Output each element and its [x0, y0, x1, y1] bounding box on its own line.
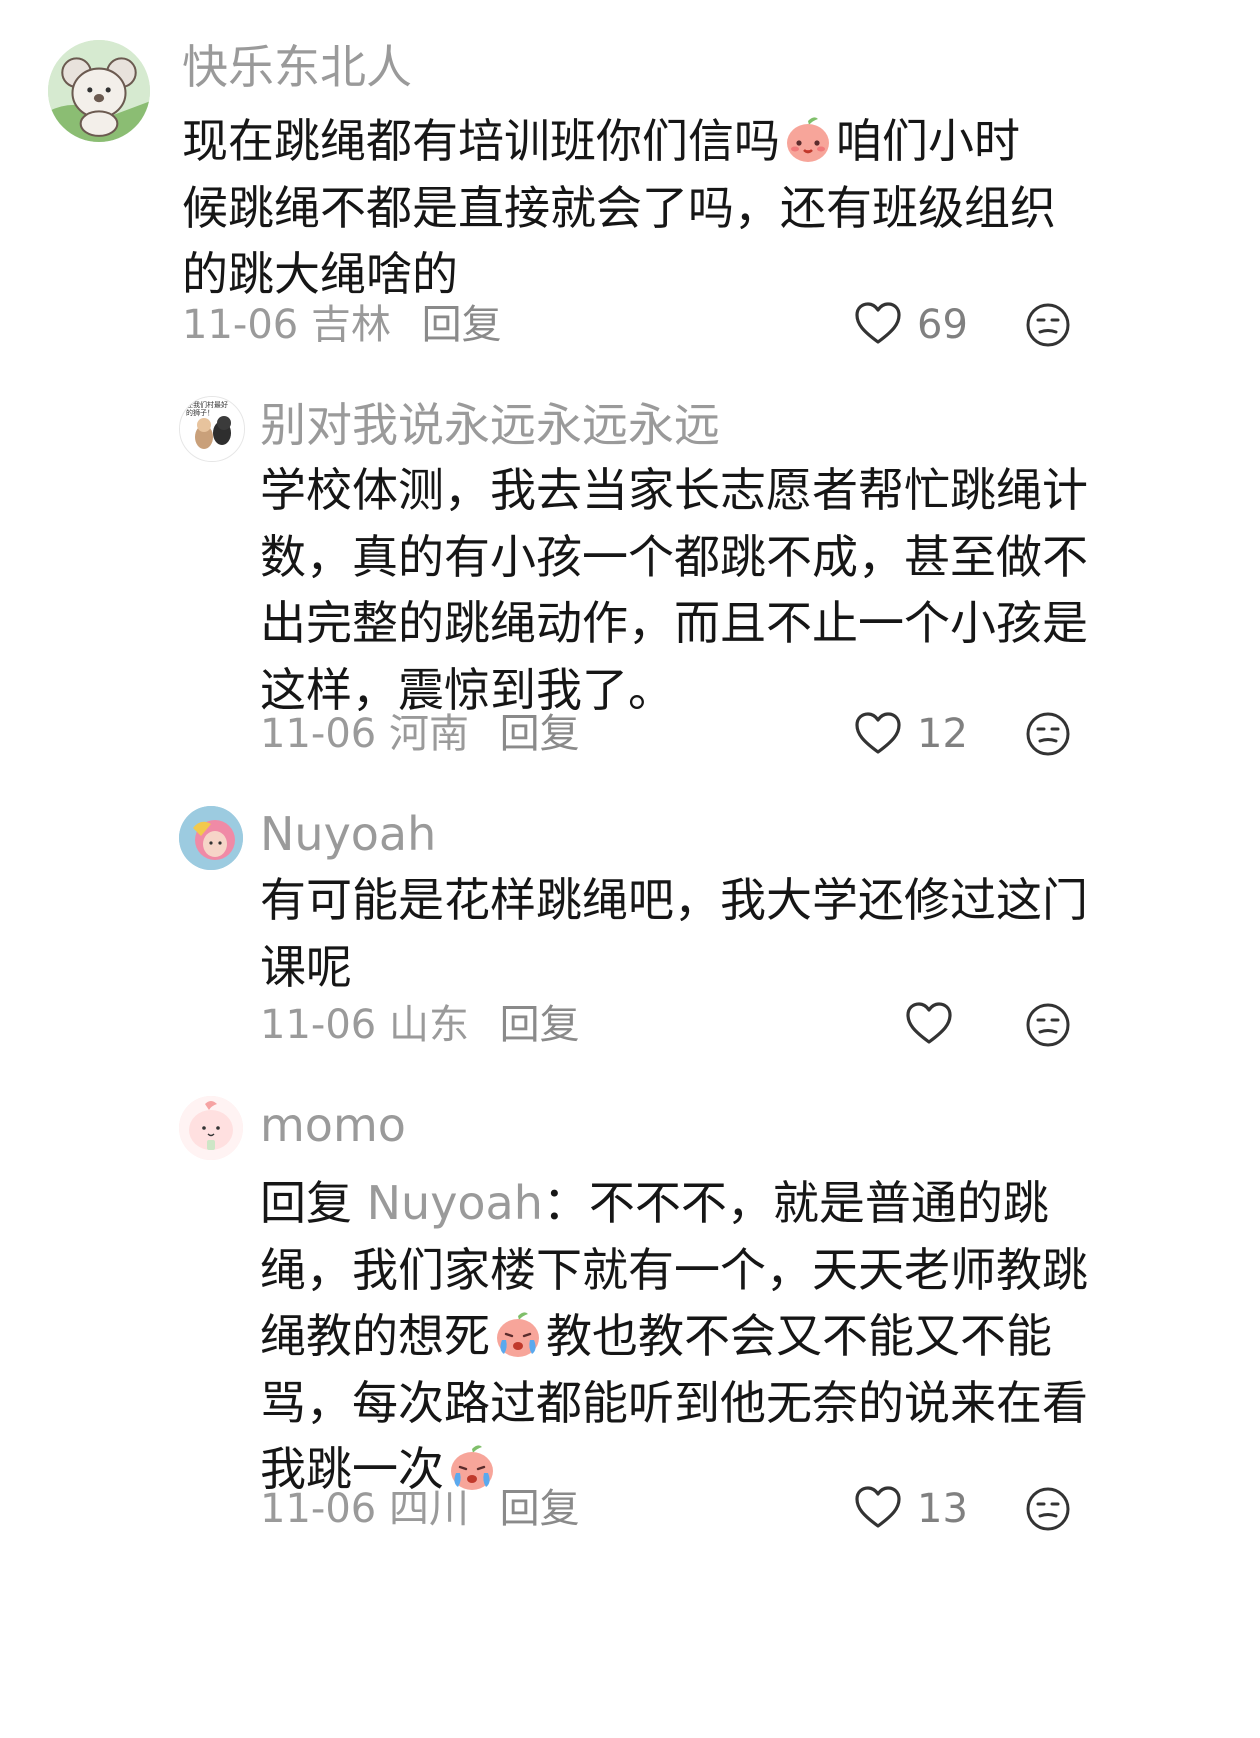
username[interactable]: 快乐东北人 — [182, 44, 412, 90]
reply-button[interactable]: 回复 — [500, 711, 580, 757]
peach-cry-emoji-icon — [492, 1308, 544, 1360]
comment-meta: 11-06 吉林 回复 — [182, 305, 502, 345]
comment-text-part: 现在跳绳都有培训班你们信吗 — [182, 114, 780, 168]
like-button[interactable] — [853, 1483, 903, 1533]
pink-hair-girl-avatar-icon — [179, 806, 243, 870]
like-count: 13 — [917, 1486, 968, 1532]
like-button[interactable] — [853, 299, 903, 349]
heart-icon — [855, 712, 901, 754]
comment-text: 有可能是花样跳绳吧，我大学还修过这门课呢 — [260, 873, 1088, 994]
like-count: 69 — [917, 302, 968, 348]
neutral-face-icon — [1026, 1487, 1070, 1531]
reply-button[interactable]: 回复 — [500, 1002, 580, 1048]
comment-location: 山东 — [388, 1002, 469, 1048]
reply-prefix: 回复 — [260, 1176, 352, 1230]
comment-location: 河南 — [388, 711, 469, 757]
neutral-face-icon — [1026, 1003, 1070, 1047]
username[interactable]: Nuyoah — [260, 811, 436, 857]
reply-button[interactable]: 回复 — [500, 1486, 580, 1532]
username[interactable]: momo — [260, 1102, 406, 1148]
avatar[interactable]: 还我们村最好的狮子！ — [179, 396, 245, 462]
comment-date: 11-06 — [260, 1486, 377, 1532]
avatar[interactable] — [179, 1096, 243, 1160]
avatar-caption: 还我们村最好的狮子！ — [186, 401, 228, 417]
like-button[interactable] — [853, 709, 903, 759]
neutral-face-icon — [1026, 712, 1070, 756]
peach-smile-emoji-icon — [782, 113, 834, 165]
dislike-button[interactable] — [1025, 711, 1071, 757]
comment-date: 11-06 — [260, 1002, 377, 1048]
comment-meta: 11-06 四川 回复 — [260, 1489, 580, 1529]
mention-link[interactable]: Nuyoah — [367, 1176, 543, 1230]
comment-meta: 11-06 河南 回复 — [260, 714, 580, 754]
comment-date: 11-06 — [260, 711, 377, 757]
dislike-button[interactable] — [1025, 1002, 1071, 1048]
heart-icon — [855, 1486, 901, 1528]
avatar[interactable] — [48, 40, 150, 142]
comment-text: 现在跳绳都有培训班你们信吗 咱们小时候跳绳不都是直接就会了吗，还有班级组织的跳大绳… — [182, 108, 1062, 308]
like-button[interactable] — [904, 999, 954, 1049]
koala-avatar-icon — [48, 40, 150, 142]
heart-icon — [906, 1002, 952, 1044]
comment-text: 回复 Nuyoah：不不不，就是普通的跳绳，我们家楼下就有一个，天天老师教跳绳教… — [260, 1170, 1120, 1503]
comment-text: 学校体测，我去当家长志愿者帮忙跳绳计数，真的有小孩一个都跳不成，甚至做不出完整的… — [260, 463, 1088, 717]
comment-location: 吉林 — [310, 302, 391, 348]
dislike-button[interactable] — [1025, 1486, 1071, 1532]
comment-date: 11-06 — [182, 302, 299, 348]
pink-blob-avatar-icon — [179, 1096, 243, 1160]
comment-location: 四川 — [388, 1486, 469, 1532]
like-count: 12 — [917, 711, 968, 757]
dislike-button[interactable] — [1025, 302, 1071, 348]
heart-icon — [855, 302, 901, 344]
comment-meta: 11-06 山东 回复 — [260, 1005, 580, 1045]
neutral-face-icon — [1026, 303, 1070, 347]
avatar[interactable] — [179, 806, 243, 870]
username[interactable]: 别对我说永远永远永远 — [260, 402, 720, 448]
reply-button[interactable]: 回复 — [422, 302, 502, 348]
